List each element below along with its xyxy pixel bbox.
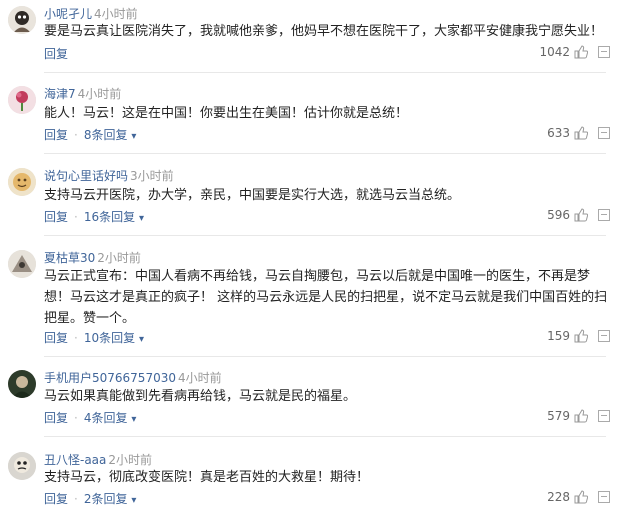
avatar[interactable] [8,370,36,398]
avatar[interactable] [8,86,36,114]
username[interactable]: 手机用户50766757030 [44,371,176,385]
thumbs-up-icon[interactable] [574,45,588,59]
reply-button[interactable]: 回复 [44,411,68,425]
report-icon[interactable] [598,491,610,503]
chevron-down-icon: ▾ [138,213,144,224]
thumbs-up-icon[interactable] [574,329,588,343]
thumbs-up-icon[interactable] [574,126,588,140]
username[interactable]: 夏枯草30 [44,251,95,265]
thumbs-up-icon[interactable] [574,208,588,222]
like-count: 228 [547,490,570,504]
comment-item: 海津7 4小时前 能人！马云！这是在中国！你要出生在美国！估计你就是总统！ 回复 ·… [0,80,640,150]
report-icon[interactable] [598,46,610,58]
report-icon[interactable] [598,127,610,139]
comment-header: 手机用户50766757030 4小时前 [44,369,222,386]
separator: · [74,411,78,425]
like-count: 579 [547,409,570,423]
username[interactable]: 海津7 [44,87,76,101]
report-icon[interactable] [598,209,610,221]
reply-button[interactable]: 回复 [44,331,68,345]
chevron-down-icon: ▾ [131,495,137,506]
timestamp: 4小时前 [94,7,138,21]
comment-text: 能人！马云！这是在中国！你要出生在美国！估计你就是总统！ [44,106,409,121]
reply-button[interactable]: 回复 [44,47,68,61]
replies-count: 4条回复 [83,411,128,425]
comment-list: 小呢孑儿 4小时前 要是马云真让医院消失了，我就喊他亲爹，他妈早不想在医院干了，大… [0,0,640,526]
comment-item: 小呢孑儿 4小时前 要是马云真让医院消失了，我就喊他亲爹，他妈早不想在医院干了，大… [0,0,640,70]
avatar[interactable] [8,250,36,278]
comment-actions: 回复 · 16条回复 ▾ [44,208,144,225]
comment-actions: 回复 [44,45,68,62]
comment-text: 马云如果真能做到先看病再给钱，马云就是民的福星。 [44,389,357,404]
username[interactable]: 小呢孑儿 [44,7,92,21]
like-count: 633 [547,126,570,140]
report-icon[interactable] [598,330,610,342]
timestamp: 4小时前 [177,371,222,385]
replies-toggle[interactable]: 2条回复 ▾ [84,492,137,506]
replies-count: 8条回复 [83,128,128,142]
chevron-down-icon: ▾ [131,131,137,142]
comment-item: 夏枯草30 2小时前 马云正式宣布：中国人看病不再给钱，马云自掏腰包，马云以后就是… [0,244,640,354]
replies-count: 10条回复 [83,331,136,345]
timestamp: 2小时前 [97,251,141,265]
comment-actions: 回复 · 8条回复 ▾ [44,126,136,143]
reply-button[interactable]: 回复 [44,210,68,224]
avatar[interactable] [8,168,36,196]
avatar[interactable] [8,452,36,480]
avatar[interactable] [8,6,36,34]
comment-text: 马云正式宣布：中国人看病不再给钱，马云自掏腰包，马云以后就是中国唯一的医生，不再… [44,269,608,326]
report-icon[interactable] [598,410,610,422]
comment-header: 丑八怪-aaa 2小时前 [44,451,152,468]
comment-actions: 回复 · 10条回复 ▾ [44,329,144,346]
comment-header: 小呢孑儿 4小时前 [44,5,138,22]
comment-text: 支持马云，彻底改变医院！真是老百姓的大救星！期待！ [44,470,370,485]
separator: · [74,210,78,224]
divider [44,153,606,154]
timestamp: 4小时前 [77,87,122,101]
timestamp: 3小时前 [130,169,174,183]
divider [44,72,606,73]
thumbs-up-icon[interactable] [574,409,588,423]
comment-header: 夏枯草30 2小时前 [44,249,141,266]
comment-item: 手机用户50766757030 4小时前 马云如果真能做到先看病再给钱，马云就是民… [0,364,640,434]
comment-text: 要是马云真让医院消失了，我就喊他亲爹，他妈早不想在医院干了，大家都平安健康我宁愿… [44,24,604,39]
username[interactable]: 说句心里话好吗 [44,169,128,183]
comment-item: 说句心里话好吗 3小时前 支持马云开医院，办大学，亲民，中国要是实行大选，就选马云… [0,162,640,232]
comment-header: 海津7 4小时前 [44,85,121,102]
divider [44,436,606,437]
replies-count: 2条回复 [83,492,128,506]
separator: · [74,492,78,506]
replies-toggle[interactable]: 10条回复 ▾ [84,331,144,345]
reply-button[interactable]: 回复 [44,128,68,142]
chevron-down-icon: ▾ [131,414,137,425]
comment-actions: 回复 · 2条回复 ▾ [44,490,136,507]
like-count: 1042 [539,45,570,59]
divider [44,356,606,357]
chevron-down-icon: ▾ [138,334,144,345]
comment-actions: 回复 · 4条回复 ▾ [44,409,136,426]
like-count: 159 [547,329,570,343]
replies-toggle[interactable]: 4条回复 ▾ [84,411,137,425]
divider [44,235,606,236]
like-count: 596 [547,208,570,222]
comment-item: 丑八怪-aaa 2小时前 支持马云，彻底改变医院！真是老百姓的大救星！期待！ 回复… [0,446,640,522]
replies-toggle[interactable]: 8条回复 ▾ [84,128,137,142]
replies-toggle[interactable]: 16条回复 ▾ [84,210,144,224]
comment-text: 支持马云开医院，办大学，亲民，中国要是实行大选，就选马云当总统。 [44,188,461,203]
timestamp: 2小时前 [108,453,153,467]
username[interactable]: 丑八怪-aaa [44,453,106,467]
comment-header: 说句心里话好吗 3小时前 [44,167,174,184]
separator: · [74,128,78,142]
separator: · [74,331,78,345]
replies-count: 16条回复 [83,210,136,224]
reply-button[interactable]: 回复 [44,492,68,506]
thumbs-up-icon[interactable] [574,490,588,504]
